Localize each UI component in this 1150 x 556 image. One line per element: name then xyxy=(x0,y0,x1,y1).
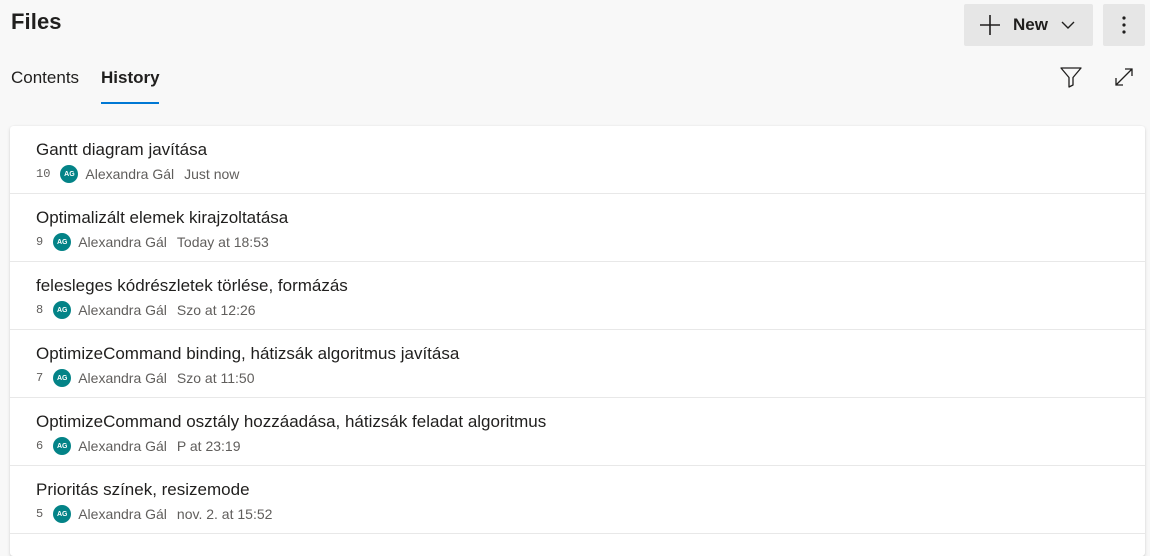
new-button-label: New xyxy=(1013,15,1048,34)
commit-row[interactable]: OptimizeCommand osztály hozzáadása, háti… xyxy=(10,398,1145,466)
commit-id: 5 xyxy=(36,507,44,521)
commit-time: P at 23:19 xyxy=(176,438,241,454)
commit-meta: 9 AG Alexandra Gál Today at 18:53 xyxy=(36,233,269,251)
commit-time: Just now xyxy=(184,166,240,182)
commit-time: Today at 18:53 xyxy=(176,234,269,250)
filter-button[interactable] xyxy=(1058,64,1084,90)
chevron-down-icon xyxy=(1061,21,1075,29)
active-tab-indicator xyxy=(101,102,159,104)
commit-meta: 6 AG Alexandra Gál P at 23:19 xyxy=(36,437,241,455)
new-button[interactable]: New xyxy=(964,4,1093,46)
commit-meta: 5 AG Alexandra Gál nov. 2. at 15:52 xyxy=(36,505,272,523)
commit-author: Alexandra Gál xyxy=(78,506,167,522)
commit-time: nov. 2. at 15:52 xyxy=(176,506,273,522)
commit-message[interactable]: OptimizeCommand osztály hozzáadása, háti… xyxy=(36,412,546,432)
avatar: AG xyxy=(53,233,72,251)
commit-message[interactable]: OptimizeCommand binding, hátizsák algori… xyxy=(36,344,459,364)
commit-id: 8 xyxy=(36,303,44,317)
tab-history[interactable]: History xyxy=(101,68,160,88)
commit-meta: 8 AG Alexandra Gál Szo at 12:26 xyxy=(36,301,256,319)
more-actions-button[interactable] xyxy=(1103,4,1145,46)
commit-author: Alexandra Gál xyxy=(78,234,167,250)
commit-message[interactable]: Prioritás színek, resizemode xyxy=(36,480,250,500)
fullscreen-button[interactable] xyxy=(1111,64,1137,90)
more-vertical-icon xyxy=(1122,16,1126,34)
commit-history-list: Gantt diagram javítása 10 AG Alexandra Gál J… xyxy=(10,126,1145,556)
plus-icon xyxy=(980,15,1000,35)
commit-id: 9 xyxy=(36,235,44,249)
commit-time: Szo at 12:26 xyxy=(176,302,256,318)
commit-meta: 7 AG Alexandra Gál Szo at 11:50 xyxy=(36,369,255,387)
commit-author: Alexandra Gál xyxy=(78,438,167,454)
avatar: AG xyxy=(53,505,72,523)
avatar: AG xyxy=(53,301,72,319)
commit-time: Szo at 11:50 xyxy=(176,370,255,386)
commit-id: 10 xyxy=(36,167,51,181)
filter-icon xyxy=(1060,67,1082,88)
commit-author: Alexandra Gál xyxy=(78,302,167,318)
commit-message[interactable]: Gantt diagram javítása xyxy=(36,140,207,160)
page-title: Files xyxy=(11,9,62,34)
commit-meta: 10 AG Alexandra Gál Just now xyxy=(36,165,239,183)
commit-id: 6 xyxy=(36,439,44,453)
expand-icon xyxy=(1115,68,1133,86)
commit-message[interactable]: felesleges kódrészletek törlése, formázá… xyxy=(36,276,348,296)
commit-row[interactable]: OptimizeCommand binding, hátizsák algori… xyxy=(10,330,1145,398)
commit-row[interactable]: Gantt diagram javítása 10 AG Alexandra Gál J… xyxy=(10,126,1145,194)
commit-row[interactable]: Optimalizált elemek kirajzoltatása 9 AG Ale… xyxy=(10,194,1145,262)
header: Files New xyxy=(0,0,1150,50)
commit-row[interactable]: felesleges kódrészletek törlése, formázá… xyxy=(10,262,1145,330)
commit-author: Alexandra Gál xyxy=(78,370,167,386)
avatar: AG xyxy=(53,437,72,455)
commit-id: 7 xyxy=(36,371,44,385)
commit-author: Alexandra Gál xyxy=(85,166,175,182)
commit-message[interactable]: Optimalizált elemek kirajzoltatása xyxy=(36,208,288,228)
commit-row[interactable]: Prioritás színek, resizemode 5 AG Alexandra… xyxy=(10,466,1145,534)
avatar: AG xyxy=(53,369,72,387)
tab-contents[interactable]: Contents xyxy=(11,68,79,88)
avatar: AG xyxy=(60,165,79,183)
